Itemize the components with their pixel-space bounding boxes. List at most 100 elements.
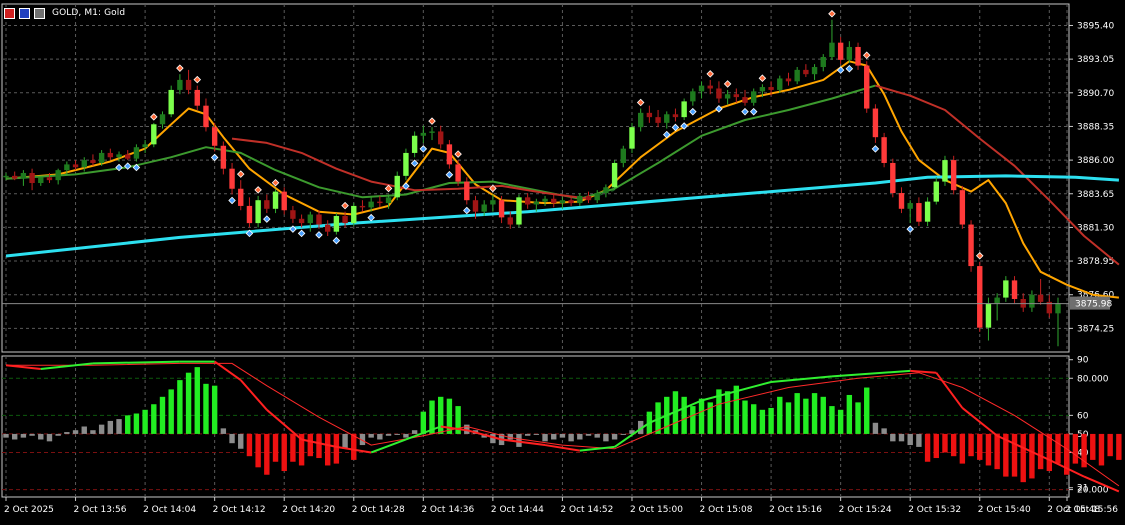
candle-body	[220, 145, 227, 169]
histogram-bar	[1029, 433, 1035, 479]
sell-signal-marker	[341, 201, 349, 210]
candle-body	[716, 88, 722, 99]
trading-chart[interactable]: 2 Oct 2025 2 Oct 13:56 2 Oct 14:04 2 Oct 14…	[0, 0, 1125, 525]
histogram-bar	[1055, 433, 1061, 464]
histogram-bar	[11, 433, 18, 440]
candle-body	[603, 187, 609, 194]
candle-body	[942, 160, 948, 182]
histogram-bar	[333, 433, 340, 464]
histogram-bar	[829, 406, 835, 434]
histogram-bar	[777, 396, 783, 434]
histogram-bar	[116, 419, 122, 434]
sell-signal-marker	[193, 75, 202, 84]
candle-body	[11, 175, 18, 179]
sell-signal-marker	[271, 178, 280, 187]
candle-body	[637, 112, 644, 128]
histogram-bar	[133, 413, 140, 434]
candle-body	[620, 148, 626, 163]
timeframe-icon[interactable]	[34, 7, 45, 19]
sell-signal-marker	[975, 252, 984, 260]
indicator-fast-line-segment	[466, 429, 502, 441]
indicator-fast-line-segment	[831, 369, 911, 378]
candle-body	[264, 200, 270, 209]
histogram-bar	[524, 433, 531, 436]
histogram-bar	[438, 396, 444, 434]
histogram-bar	[403, 433, 409, 438]
histogram-bar	[551, 433, 557, 440]
histogram-bar	[203, 383, 209, 434]
x-tick-label: 2 Oct 13:56	[74, 505, 127, 515]
histogram-bar	[290, 433, 296, 462]
histogram-bar	[272, 433, 279, 462]
x-tick-label: 2 Oct 15:08	[700, 505, 753, 515]
candle-body	[950, 160, 957, 191]
candle-body	[698, 85, 705, 92]
candle-body	[368, 201, 374, 208]
candle-body	[151, 124, 157, 145]
symbol-icon[interactable]	[19, 7, 30, 19]
x-tick-label: 2 Oct 15:16	[769, 505, 822, 515]
candle-body	[681, 101, 687, 118]
histogram-bar	[585, 433, 592, 436]
chart-title: GOLD, M1: Gold	[52, 8, 126, 18]
candle-body	[472, 200, 479, 212]
histogram-bar	[690, 406, 696, 434]
histogram-bar	[1046, 433, 1053, 472]
candle-body	[1055, 303, 1061, 314]
candle-body	[394, 175, 400, 198]
histogram-bar	[38, 433, 44, 440]
candle-body	[803, 69, 809, 75]
candle-body	[211, 127, 218, 146]
histogram-bar	[751, 404, 757, 434]
buy-signal-marker	[297, 229, 306, 238]
candle-body	[55, 170, 61, 181]
sell-signal-marker	[428, 117, 436, 125]
buy-signal-marker	[463, 206, 471, 215]
x-tick-label: 2 Oct 15:56	[1065, 505, 1118, 515]
histogram-bar	[142, 409, 148, 434]
histogram-bar	[107, 420, 114, 434]
histogram-bar	[1020, 433, 1026, 483]
histogram-bar	[603, 433, 609, 442]
histogram-bar	[811, 393, 818, 434]
candle-body	[385, 197, 392, 204]
histogram-bar	[759, 409, 766, 434]
histogram-bar	[20, 433, 27, 438]
indicator-fast-line-segment	[501, 438, 546, 447]
candle-body	[524, 197, 531, 205]
buy-signal-marker	[741, 107, 749, 116]
chart-menu-icon[interactable]	[4, 7, 15, 19]
histogram-bar	[177, 380, 183, 434]
histogram-bar	[125, 415, 131, 434]
histogram-bar	[307, 433, 313, 457]
histogram-bar	[72, 430, 79, 434]
candle-body	[959, 190, 966, 225]
x-tick-label: 2 Oct 15:00	[630, 505, 683, 515]
candle-body	[411, 135, 418, 153]
candle-body	[611, 162, 618, 188]
x-tick-label: 2 Oct 14:04	[143, 505, 196, 515]
candle-body	[655, 117, 661, 123]
histogram-bar	[81, 426, 87, 434]
histogram-bar	[194, 367, 200, 434]
candle-body	[542, 198, 548, 202]
candle-body	[690, 91, 696, 102]
histogram-bar	[733, 385, 740, 434]
candle-body	[72, 164, 79, 168]
histogram-bar	[255, 433, 261, 468]
histogram-bar	[933, 433, 939, 459]
buy-signal-marker	[367, 213, 375, 222]
indicator-fast-line-segment	[92, 360, 180, 365]
histogram-bar	[151, 404, 157, 434]
histogram-bar	[29, 433, 35, 436]
indicator-fast-line-segment	[770, 375, 833, 383]
histogram-bar	[368, 433, 374, 438]
buy-signal-marker	[228, 196, 236, 205]
price-tick-label: 3874.25	[1077, 324, 1114, 334]
candle-body	[864, 65, 870, 109]
candle-body	[481, 204, 487, 212]
histogram-bar	[916, 433, 922, 447]
candle-body	[272, 191, 279, 209]
sell-signal-marker	[254, 186, 262, 194]
candle-body	[203, 105, 209, 128]
